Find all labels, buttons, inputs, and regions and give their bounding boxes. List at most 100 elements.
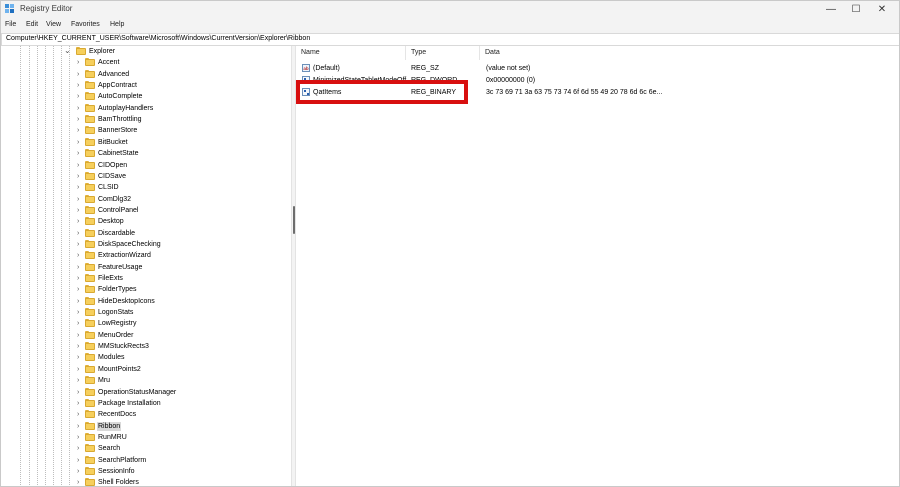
menu-view[interactable]: View <box>46 21 61 28</box>
tree-item[interactable]: › ExtractionWizard <box>0 250 291 261</box>
tree-item[interactable]: › Package Installation <box>0 398 291 409</box>
chevron-right-icon[interactable]: › <box>77 308 79 317</box>
tree-item[interactable]: › Mru <box>0 375 291 386</box>
tree-item[interactable]: › LowRegistry <box>0 318 291 329</box>
chevron-right-icon[interactable]: › <box>77 92 79 101</box>
tree-item[interactable]: › HideDesktopIcons <box>0 296 291 307</box>
tree-item[interactable]: › AppContract <box>0 80 291 91</box>
menu-edit[interactable]: Edit <box>26 21 38 28</box>
chevron-right-icon[interactable]: › <box>77 58 79 67</box>
tree-item[interactable]: › AutoComplete <box>0 91 291 102</box>
tree-item[interactable]: › MMStuckRects3 <box>0 341 291 352</box>
tree-item[interactable]: › LogonStats <box>0 307 291 318</box>
chevron-right-icon[interactable]: › <box>77 126 79 135</box>
chevron-right-icon[interactable]: › <box>77 274 79 283</box>
chevron-right-icon[interactable]: › <box>77 422 79 431</box>
chevron-right-icon[interactable]: › <box>77 206 79 215</box>
splitter-grip[interactable] <box>293 206 295 234</box>
chevron-right-icon[interactable]: › <box>77 410 79 419</box>
tree-item[interactable]: › MenuOrder <box>0 330 291 341</box>
folder-icon <box>85 296 95 305</box>
tree-item[interactable]: › BitBucket <box>0 137 291 148</box>
chevron-right-icon[interactable]: › <box>77 297 79 306</box>
tree-item[interactable]: › FileExts <box>0 273 291 284</box>
minimize-button[interactable]: — <box>820 3 842 16</box>
chevron-right-icon[interactable]: › <box>77 240 79 249</box>
tree-item[interactable]: › Search <box>0 443 291 454</box>
tree-item[interactable]: › Ribbon <box>0 421 291 432</box>
chevron-right-icon[interactable]: › <box>77 217 79 226</box>
menu-favorites[interactable]: Favorites <box>71 21 100 28</box>
menu-help[interactable]: Help <box>110 21 124 28</box>
tree-item[interactable]: › BamThrottling <box>0 114 291 125</box>
values-list[interactable]: Name Type Data ab (Default) REG_SZ (value n… <box>296 46 900 487</box>
chevron-right-icon[interactable]: › <box>77 433 79 442</box>
tree-item[interactable]: › BannerStore <box>0 125 291 136</box>
menu-file[interactable]: File <box>5 21 16 28</box>
folder-icon <box>85 466 95 475</box>
chevron-right-icon[interactable]: › <box>77 331 79 340</box>
tree-item[interactable]: › CIDOpen <box>0 160 291 171</box>
tree-item-label: SearchPlatform <box>98 456 147 464</box>
tree-item[interactable]: › ControlPanel <box>0 205 291 216</box>
tree-item[interactable]: › Advanced <box>0 69 291 80</box>
chevron-right-icon[interactable]: › <box>77 353 79 362</box>
tree-item-explorer[interactable]: ⌄ Explorer <box>0 46 291 57</box>
chevron-right-icon[interactable]: › <box>77 81 79 90</box>
address-path[interactable]: Computer\HKEY_CURRENT_USER\Software\Micr… <box>6 35 310 42</box>
tree-item[interactable]: › Desktop <box>0 216 291 227</box>
tree-item[interactable]: › SessionInfo <box>0 466 291 477</box>
tree-item[interactable]: › MountPoints2 <box>0 364 291 375</box>
chevron-right-icon[interactable]: › <box>77 388 79 397</box>
chevron-right-icon[interactable]: › <box>77 115 79 124</box>
chevron-right-icon[interactable]: › <box>77 161 79 170</box>
column-header-name[interactable]: Name <box>296 46 406 60</box>
tree-item[interactable]: › CIDSave <box>0 171 291 182</box>
chevron-right-icon[interactable]: › <box>77 342 79 351</box>
chevron-right-icon[interactable]: › <box>77 467 79 476</box>
chevron-right-icon[interactable]: › <box>77 251 79 260</box>
column-header-data[interactable]: Data <box>480 46 900 60</box>
tree-item[interactable]: › Accent <box>0 57 291 68</box>
address-bar[interactable]: Computer\HKEY_CURRENT_USER\Software\Micr… <box>1 33 900 46</box>
chevron-right-icon[interactable]: › <box>77 263 79 272</box>
chevron-right-icon[interactable]: › <box>77 399 79 408</box>
tree-item[interactable]: › RunMRU <box>0 432 291 443</box>
tree-item[interactable]: › AutoplayHandlers <box>0 103 291 114</box>
key-tree[interactable]: ⌄ Explorer › Accent › Advanced › AppContract ›… <box>0 46 291 487</box>
tree-item-label: Search <box>98 445 121 453</box>
maximize-button[interactable]: ☐ <box>845 3 867 16</box>
chevron-right-icon[interactable]: › <box>77 478 79 487</box>
chevron-down-icon[interactable]: ⌄ <box>64 46 71 56</box>
chevron-right-icon[interactable]: › <box>77 456 79 465</box>
tree-item[interactable]: › FeatureUsage <box>0 262 291 273</box>
chevron-right-icon[interactable]: › <box>77 183 79 192</box>
tree-item[interactable]: › FolderTypes <box>0 284 291 295</box>
chevron-right-icon[interactable]: › <box>77 195 79 204</box>
tree-item[interactable]: › Modules <box>0 352 291 363</box>
column-header-type[interactable]: Type <box>406 46 480 60</box>
chevron-right-icon[interactable]: › <box>77 172 79 181</box>
tree-item[interactable]: › DiskSpaceChecking <box>0 239 291 250</box>
tree-item[interactable]: › OperationStatusManager <box>0 387 291 398</box>
tree-item[interactable]: › Shell Folders <box>0 477 291 487</box>
chevron-right-icon[interactable]: › <box>77 444 79 453</box>
tree-item[interactable]: › ComDlg32 <box>0 194 291 205</box>
chevron-right-icon[interactable]: › <box>77 319 79 328</box>
tree-item[interactable]: › CLSID <box>0 182 291 193</box>
folder-icon <box>85 262 95 271</box>
tree-item[interactable]: › Discardable <box>0 228 291 239</box>
tree-item[interactable]: › RecentDocs <box>0 409 291 420</box>
chevron-right-icon[interactable]: › <box>77 104 79 113</box>
value-row[interactable]: ab (Default) REG_SZ (value not set) <box>296 62 900 74</box>
chevron-right-icon[interactable]: › <box>77 138 79 147</box>
close-button[interactable]: ✕ <box>871 3 893 16</box>
chevron-right-icon[interactable]: › <box>77 376 79 385</box>
chevron-right-icon[interactable]: › <box>77 149 79 158</box>
tree-item[interactable]: › SearchPlatform <box>0 455 291 466</box>
chevron-right-icon[interactable]: › <box>77 365 79 374</box>
chevron-right-icon[interactable]: › <box>77 70 79 79</box>
chevron-right-icon[interactable]: › <box>77 285 79 294</box>
tree-item[interactable]: › CabinetState <box>0 148 291 159</box>
chevron-right-icon[interactable]: › <box>77 229 79 238</box>
